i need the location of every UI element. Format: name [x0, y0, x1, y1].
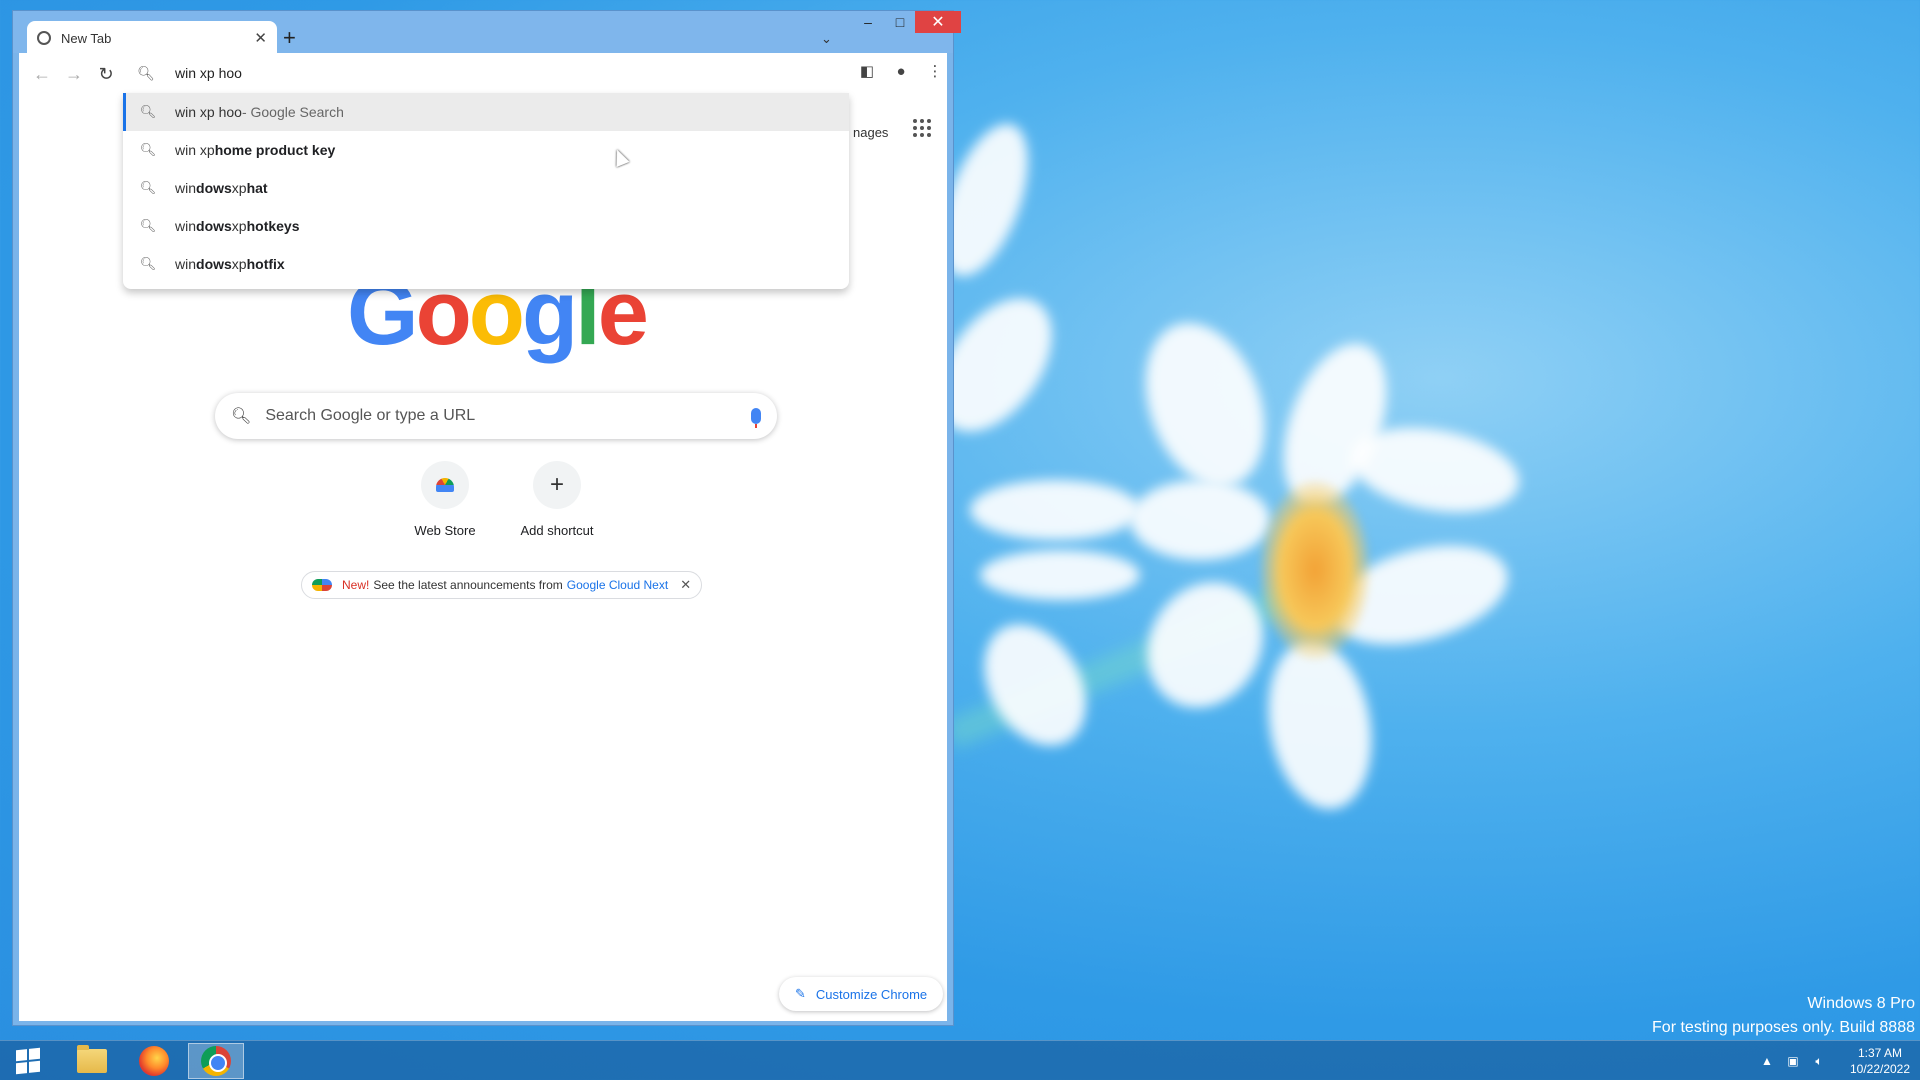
clock-date: 10/22/2022	[1849, 1062, 1911, 1076]
show-hidden-icons-icon[interactable]: ▲	[1757, 1054, 1777, 1068]
search-icon: 🔍︎	[231, 408, 252, 425]
menu-kebab-icon[interactable]: ⋮	[925, 61, 945, 83]
tab-new-tab[interactable]: New Tab ✕	[27, 21, 277, 55]
taskbar-chrome[interactable]	[188, 1043, 244, 1079]
google-cloud-icon	[312, 579, 332, 591]
webstore-icon	[436, 478, 454, 492]
clock[interactable]: 1:37 AM 10/22/2022	[1840, 1045, 1920, 1077]
watermark-build: For testing purposes only. Build 8888	[1652, 1019, 1915, 1036]
minimize-button[interactable]: –	[853, 11, 883, 33]
forward-arrow-icon[interactable]: →	[61, 61, 87, 87]
shortcut-label: Add shortcut	[520, 523, 594, 538]
chrome-favicon-icon	[37, 31, 51, 45]
customize-chrome-button[interactable]: ✎ Customize Chrome	[779, 977, 944, 1011]
suggestion-text: win xp	[175, 142, 215, 158]
suggestion-text: win xp hoo	[175, 104, 242, 120]
suggestion-completion: hat	[246, 180, 268, 196]
suggestion-text: win	[175, 218, 197, 234]
volume-muted-icon[interactable]: 🔈︎	[1809, 1054, 1829, 1069]
plus-icon[interactable]: +	[533, 461, 581, 509]
promo-new-badge: New!	[342, 578, 370, 592]
windows-watermark: Windows 8 Pro For testing purposes only.…	[1652, 992, 1915, 1040]
promo-link[interactable]: Google Cloud Next	[567, 578, 668, 592]
microphone-icon[interactable]	[751, 408, 761, 428]
folder-icon	[77, 1045, 107, 1073]
suggestion-completion: dows	[196, 218, 232, 234]
search-icon: 🔍︎	[137, 64, 155, 81]
suggestion-suffix: - Google Search	[241, 104, 344, 120]
shortcut-web-store[interactable]: Web Store	[389, 461, 501, 538]
suggestion-text: xp	[231, 218, 247, 234]
omnibox-suggestions: 🔍︎ win xp hoo - Google Search 🔍︎ win xp …	[123, 93, 849, 289]
tab-close-icon[interactable]: ✕	[254, 29, 267, 47]
new-tab-button[interactable]: +	[283, 27, 296, 49]
suggestion-item[interactable]: 🔍︎ win dows xp hat	[123, 169, 849, 207]
suggestion-item[interactable]: 🔍︎ win xp hoo - Google Search	[123, 93, 849, 131]
search-icon: 🔍︎	[139, 142, 157, 157]
clock-time: 1:37 AM	[1857, 1046, 1903, 1060]
search-icon: 🔍︎	[139, 256, 157, 271]
search-icon: 🔍︎	[139, 104, 157, 119]
windows-logo-icon	[16, 1047, 40, 1075]
tab-title: New Tab	[61, 30, 112, 46]
promo-banner: New! See the latest announcements from G…	[301, 571, 703, 599]
close-window-button[interactable]: ✕	[915, 11, 961, 33]
suggestion-item[interactable]: 🔍︎ win dows xp hotfix	[123, 245, 849, 283]
reload-icon[interactable]: ↻	[93, 61, 119, 87]
shortcut-tile[interactable]	[421, 461, 469, 509]
images-link[interactable]: nages	[853, 125, 888, 140]
browser-content: ← → ↻ 🔍︎ win xp hoo ◧ ● ⋮ nages Google 🔍…	[19, 53, 947, 1021]
suggestion-completion: hotfix	[246, 256, 285, 272]
firefox-icon	[139, 1046, 169, 1076]
watermark-edition: Windows 8 Pro	[1807, 995, 1915, 1012]
profile-avatar-icon[interactable]: ●	[891, 61, 911, 83]
maximize-button[interactable]: □	[885, 11, 915, 33]
system-tray: ▲ ▣ 🔈︎ 1:37 AM 10/22/2022	[1754, 1041, 1920, 1080]
promo-text: See the latest announcements from	[373, 578, 563, 592]
chrome-window: New Tab ✕ + ⌄ – □ ✕ ← → ↻ 🔍︎ win xp hoo …	[12, 10, 961, 1026]
search-icon: 🔍︎	[139, 180, 157, 195]
suggestion-text: win	[175, 256, 197, 272]
address-bar-text[interactable]: win xp hoo	[175, 65, 242, 81]
chrome-icon	[201, 1046, 231, 1076]
suggestion-text: xp	[231, 180, 247, 196]
suggestion-completion: home product key	[214, 142, 336, 158]
suggestion-item[interactable]: 🔍︎ win dows xp hotkeys	[123, 207, 849, 245]
network-icon[interactable]: ▣	[1783, 1054, 1803, 1068]
suggestion-completion: dows	[196, 256, 232, 272]
customize-label: Customize Chrome	[815, 986, 928, 1002]
shortcut-label: Web Store	[414, 523, 476, 538]
address-bar[interactable]: 🔍︎ win xp hoo	[125, 53, 851, 93]
google-apps-icon[interactable]	[913, 119, 931, 137]
back-arrow-icon[interactable]: ←	[29, 61, 55, 87]
title-bar[interactable]: New Tab ✕ + ⌄ – □ ✕	[13, 11, 961, 55]
search-icon: 🔍︎	[139, 218, 157, 233]
browser-toolbar: ← → ↻ 🔍︎ win xp hoo ◧ ● ⋮	[19, 53, 947, 93]
suggestion-item[interactable]: 🔍︎ win xp home product key	[123, 131, 849, 169]
suggestion-completion: hotkeys	[246, 218, 300, 234]
google-search-box[interactable]: 🔍︎ Search Google or type a URL	[215, 393, 777, 439]
suggestion-text: xp	[231, 256, 247, 272]
taskbar: ▲ ▣ 🔈︎ 1:37 AM 10/22/2022	[0, 1040, 1920, 1080]
suggestion-text: win	[175, 180, 197, 196]
desktop-wallpaper-flower	[915, 80, 1650, 840]
toolbar-actions: ◧ ● ⋮	[857, 61, 945, 83]
start-button[interactable]	[0, 1043, 56, 1079]
shortcut-add[interactable]: + Add shortcut	[501, 461, 613, 538]
promo-close-icon[interactable]: ✕	[680, 577, 691, 593]
suggestion-completion: dows	[196, 180, 232, 196]
side-panel-icon[interactable]: ◧	[857, 61, 877, 83]
tab-search-button[interactable]: ⌄	[821, 31, 832, 47]
taskbar-file-explorer[interactable]	[64, 1043, 120, 1079]
search-placeholder[interactable]: Search Google or type a URL	[265, 407, 751, 425]
pencil-icon: ✎	[795, 986, 806, 1001]
taskbar-firefox[interactable]	[126, 1043, 182, 1079]
